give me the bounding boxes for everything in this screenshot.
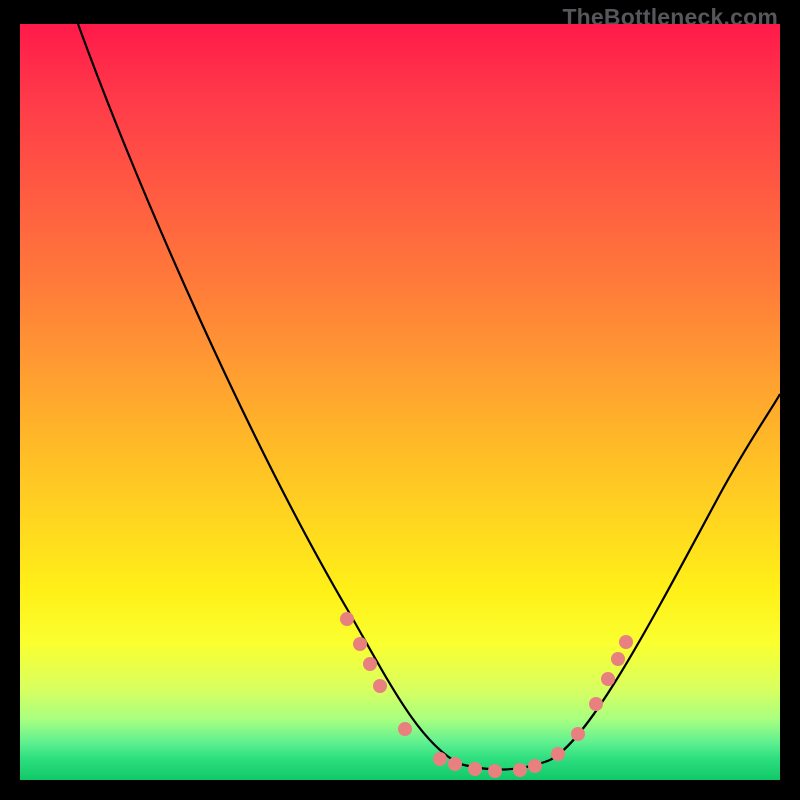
main-curve	[78, 24, 780, 770]
marker-dot	[589, 697, 603, 711]
marker-dot	[340, 612, 354, 626]
marker-dot	[601, 672, 615, 686]
marker-dot	[353, 637, 367, 651]
marker-dot	[513, 763, 527, 777]
marker-dot	[528, 759, 542, 773]
marker-dot	[468, 762, 482, 776]
marker-dot	[488, 764, 502, 778]
chart-container: TheBottleneck.com	[0, 0, 800, 800]
marker-dot	[611, 652, 625, 666]
marker-dot	[619, 635, 633, 649]
marker-dot	[373, 679, 387, 693]
marker-dot	[571, 727, 585, 741]
marker-dot	[363, 657, 377, 671]
marker-dot	[448, 757, 462, 771]
marker-dot	[551, 747, 565, 761]
marker-dot	[398, 722, 412, 736]
marker-dot	[433, 752, 447, 766]
plot-area	[20, 24, 780, 780]
chart-svg	[20, 24, 780, 780]
